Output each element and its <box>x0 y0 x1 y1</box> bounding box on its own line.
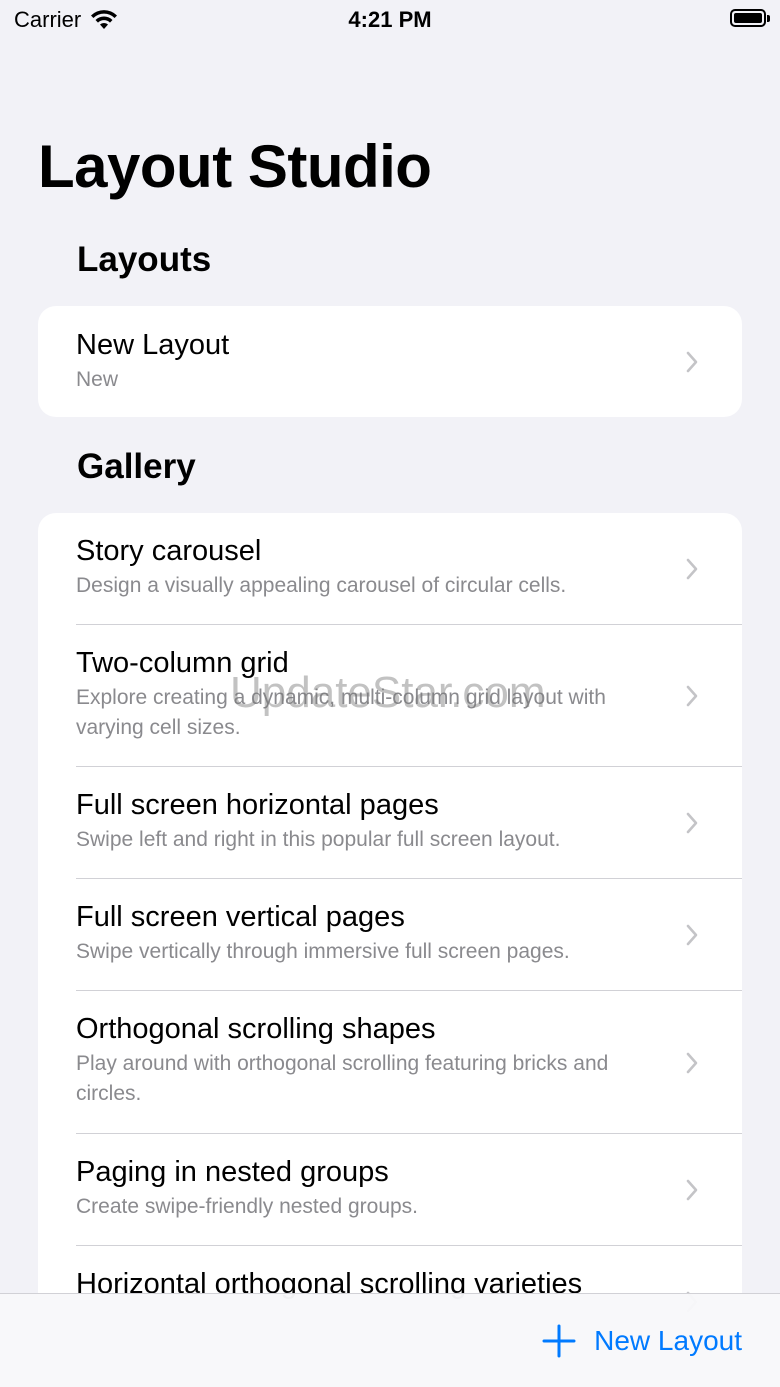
chevron-right-icon <box>686 1179 698 1201</box>
battery-icon <box>730 9 770 27</box>
new-layout-button-label: New Layout <box>594 1325 742 1356</box>
chevron-right-icon <box>686 1052 698 1073</box>
chevron-right-icon <box>686 558 698 580</box>
list-item-title: Full screen vertical pages <box>76 901 405 933</box>
list-item-title: Two-column grid <box>76 647 289 679</box>
list-item-full-screen-vertical-pages[interactable]: Full screen vertical pages Swipe vertica… <box>38 879 742 991</box>
list-item-orthogonal-scrolling-shapes[interactable]: Orthogonal scrolling shapes Play around … <box>38 991 742 1134</box>
chevron-right-icon <box>686 924 698 946</box>
gallery-card: Story carousel Design a visually appeali… <box>38 513 742 1313</box>
list-item-subtitle: New <box>76 368 119 391</box>
chevron-right-icon <box>686 685 698 707</box>
list-item-two-column-grid[interactable]: Two-column grid Explore creating a dynam… <box>38 625 742 767</box>
plus-icon <box>542 1324 576 1358</box>
page-title: Layout Studio <box>38 133 432 200</box>
list-item-story-carousel[interactable]: Story carousel Design a visually appeali… <box>38 513 742 625</box>
list-item-new-layout[interactable]: New Layout New <box>38 306 742 417</box>
list-item-title: New Layout <box>76 329 230 361</box>
new-layout-button[interactable]: New Layout <box>542 1324 742 1358</box>
list-item-title: Paging in nested groups <box>76 1156 389 1188</box>
list-item-title: Story carousel <box>76 535 262 567</box>
clock: 4:21 PM <box>348 7 432 32</box>
list-item-subtitle: Play around with orthogonal scrolling fe… <box>76 1052 609 1105</box>
chevron-right-icon <box>686 351 698 372</box>
status-bar: Carrier 4:21 PM <box>0 0 780 40</box>
list-item-full-screen-horizontal-pages[interactable]: Full screen horizontal pages Swipe left … <box>38 767 742 879</box>
list-item-paging-in-nested-groups[interactable]: Paging in nested groups Create swipe-fri… <box>38 1134 742 1246</box>
battery-level <box>734 13 762 23</box>
list-item-subtitle: Swipe vertically through immersive full … <box>76 940 570 963</box>
section-header-layouts: Layouts <box>77 240 212 279</box>
layouts-card: New Layout New <box>38 306 742 417</box>
list-item-subtitle: Create swipe-friendly nested groups. <box>76 1195 419 1218</box>
list-item-subtitle: Design a visually appealing carousel of … <box>76 574 567 597</box>
list-item-title: Orthogonal scrolling shapes <box>76 1013 436 1045</box>
bottom-toolbar: New Layout <box>0 1293 780 1387</box>
list-item-title: Full screen horizontal pages <box>76 789 439 821</box>
list-item-subtitle: Explore creating a dynamic, multi-column… <box>76 686 606 739</box>
chevron-right-icon <box>686 812 698 834</box>
list-item-subtitle: Swipe left and right in this popular ful… <box>76 828 561 851</box>
section-header-gallery: Gallery <box>77 447 196 486</box>
